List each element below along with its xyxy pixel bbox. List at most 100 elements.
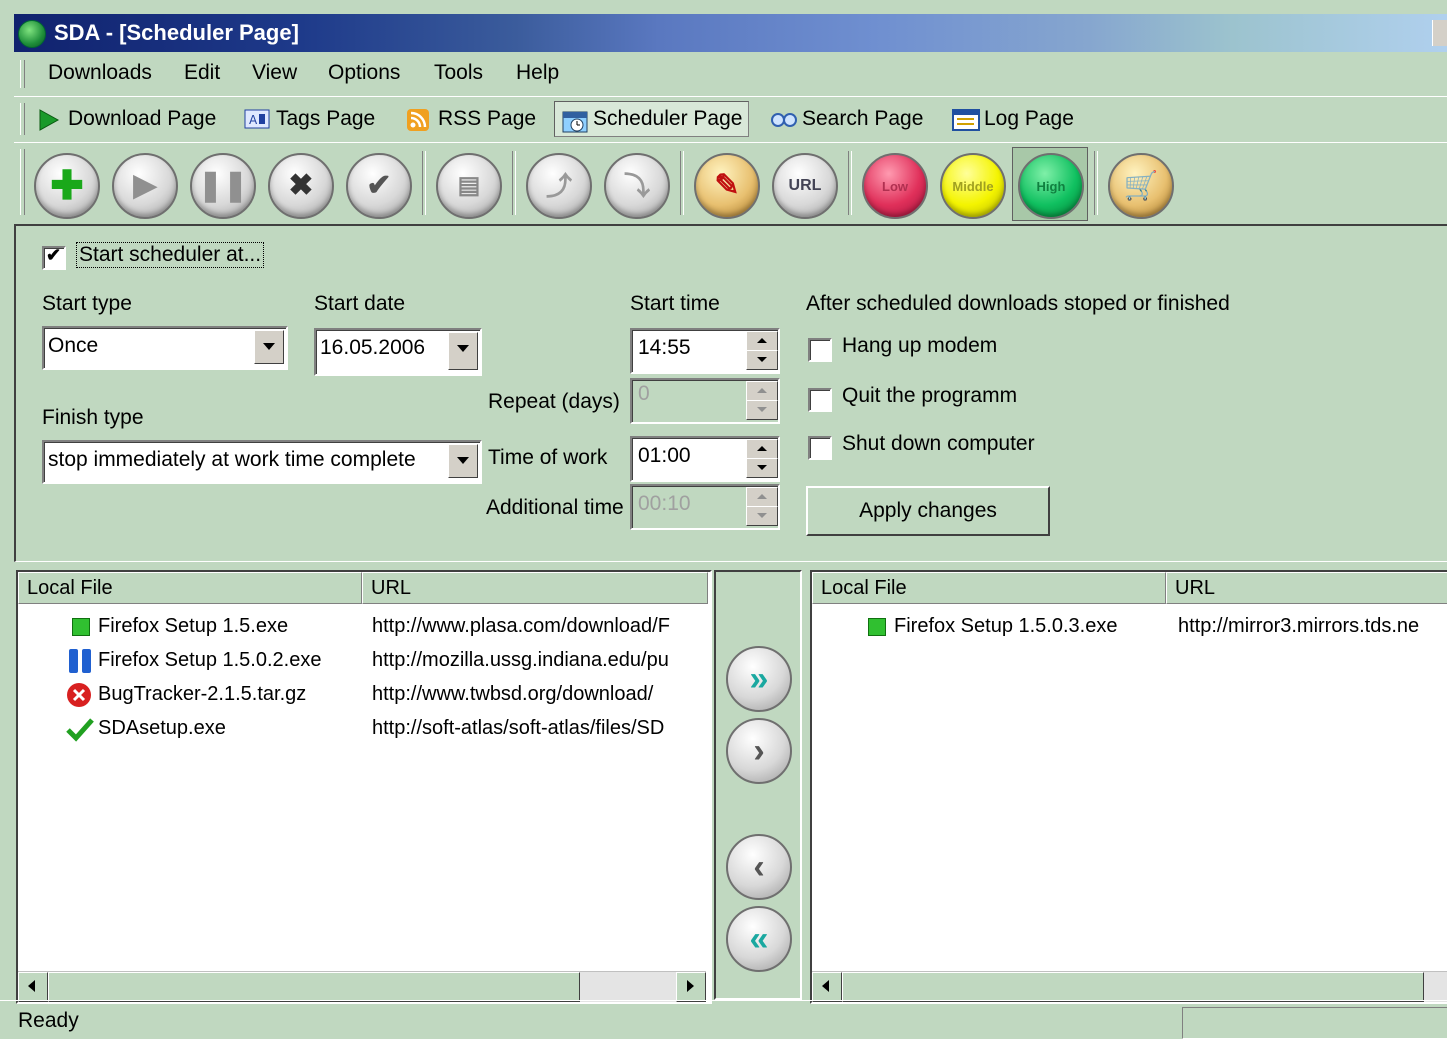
time-of-work-value: 01:00 [638,444,691,467]
scroll-thumb[interactable] [48,972,580,1002]
tab-search-page[interactable]: Search Page [764,101,929,137]
additional-time-input[interactable]: 00:10 [630,484,780,530]
chevron-down-icon[interactable] [254,330,284,364]
runner-up-icon: ⤴ [545,171,572,201]
double-check-icon: ✔ [366,169,392,202]
column-local-file[interactable]: Local File [18,572,362,604]
menu-edit[interactable]: Edit [184,61,220,85]
screwdriver-icon: ✎ [714,169,740,202]
column-url[interactable]: URL [1166,572,1447,604]
menu-options[interactable]: Options [328,61,400,85]
scheduled-downloads-list[interactable]: Local File URL Firefox Setup 1.5.0.3.exe… [810,570,1447,1004]
toolbar-separator [512,151,516,215]
spin-down-icon[interactable] [746,506,778,526]
table-row[interactable]: Firefox Setup 1.5.0.3.exe http://mirror3… [812,610,1447,644]
tab-log-page[interactable]: Log Page [946,101,1080,137]
table-row[interactable]: BugTracker-2.1.5.tar.gz http://www.twbsd… [18,678,710,712]
start-time-input[interactable]: 14:55 [630,328,780,374]
row-url: http://mirror3.mirrors.tds.ne [1178,615,1420,637]
cart-icon: 🛒 [1123,170,1159,201]
horizontal-scrollbar[interactable] [18,971,706,1002]
scroll-right-icon[interactable] [676,972,706,1002]
add-download-button[interactable]: ✚ [34,153,100,219]
start-button[interactable]: ▶ [112,153,178,219]
table-row[interactable]: Firefox Setup 1.5.exe http://www.plasa.c… [18,610,710,644]
pause-icon: ❚❚ [197,169,249,202]
tools-button[interactable]: ✎ [694,153,760,219]
shut-down-label[interactable]: Shut down computer [842,432,1035,456]
start-scheduler-checkbox[interactable]: ✔ [42,245,66,270]
move-left-button[interactable]: ‹ [726,834,792,900]
quit-program-checkbox[interactable] [808,388,832,412]
menu-tools[interactable]: Tools [434,61,483,85]
double-chevron-left-icon: « [749,919,769,958]
spin-up-icon[interactable] [746,331,778,351]
hang-up-modem-label[interactable]: Hang up modem [842,334,997,358]
settings-card-icon: ▤ [457,172,481,199]
table-row[interactable]: Firefox Setup 1.5.0.2.exe http://mozilla… [18,644,710,678]
column-local-file[interactable]: Local File [812,572,1166,604]
toolbar-grip[interactable] [20,149,25,215]
menu-help[interactable]: Help [516,61,559,85]
pagebar-grip[interactable] [20,103,25,135]
apply-changes-button[interactable]: Apply changes [806,486,1050,536]
move-down-button[interactable]: ⤵ [604,153,670,219]
move-up-button[interactable]: ⤴ [526,153,592,219]
spin-down-icon[interactable] [746,400,778,420]
spin-up-icon[interactable] [746,487,778,507]
start-date-label: Start date [314,292,406,315]
shop-button[interactable]: 🛒 [1108,153,1174,219]
menu-downloads[interactable]: Downloads [48,61,152,85]
hang-up-modem-checkbox[interactable] [808,338,832,362]
play-icon: ▶ [133,169,157,202]
pause-button[interactable]: ❚❚ [190,153,256,219]
shut-down-checkbox[interactable] [808,436,832,460]
tab-label: Log Page [984,107,1074,130]
tab-scheduler-page[interactable]: Scheduler Page [554,101,750,137]
time-of-work-input[interactable]: 01:00 [630,436,780,482]
tab-tags-page[interactable]: A Tags Page [238,101,381,137]
status-panel [1182,1007,1447,1039]
table-row[interactable]: SDAsetup.exe http://soft-atlas/soft-atla… [18,712,710,746]
spin-up-icon[interactable] [746,381,778,401]
start-date-value: 16.05.2006 [320,336,426,359]
tab-rss-page[interactable]: RSS Page [400,101,542,137]
move-all-left-button[interactable]: « [726,906,792,972]
chevron-down-icon[interactable] [448,444,478,478]
spin-down-icon[interactable] [746,458,778,478]
row-file: Firefox Setup 1.5.0.2.exe [98,649,322,671]
scroll-left-icon[interactable] [812,972,842,1002]
start-date-picker[interactable]: 16.05.2006 [314,328,482,376]
chevron-down-icon[interactable] [448,332,478,370]
start-scheduler-label[interactable]: Start scheduler at... [76,242,265,268]
menu-view[interactable]: View [252,61,297,85]
check-all-button[interactable]: ✔ [346,153,412,219]
tab-label: Download Page [68,107,217,130]
repeat-days-input[interactable]: 0 [630,378,780,424]
tab-label: Tags Page [276,107,376,130]
spin-up-icon[interactable] [746,439,778,459]
horizontal-scrollbar[interactable] [812,971,1447,1002]
menu-grip[interactable] [20,60,25,88]
pending-downloads-list[interactable]: Local File URL Firefox Setup 1.5.exe htt… [16,570,712,1004]
quit-program-label[interactable]: Quit the programm [842,384,1017,408]
delete-button[interactable]: ✖ [268,153,334,219]
move-right-button[interactable]: › [726,718,792,784]
priority-high-button[interactable]: High [1018,153,1084,219]
column-url[interactable]: URL [362,572,708,604]
search-icon [770,108,797,130]
spin-down-icon[interactable] [746,350,778,370]
minimize-button[interactable] [1432,20,1447,46]
svg-text:A: A [249,113,258,127]
tab-download-page[interactable]: Download Page [30,101,222,137]
scroll-thumb[interactable] [842,972,1424,1002]
add-url-button[interactable]: URL [772,153,838,219]
priority-middle-button[interactable]: Middle [940,153,1006,219]
properties-button[interactable]: ▤ [436,153,502,219]
start-type-select[interactable]: Once [42,326,288,370]
move-all-right-button[interactable]: » [726,646,792,712]
title-bar: SDA - [Scheduler Page] [14,14,1447,52]
finish-type-select[interactable]: stop immediately at work time complete [42,440,482,484]
priority-low-button[interactable]: Low [862,153,928,219]
scroll-left-icon[interactable] [18,972,48,1002]
